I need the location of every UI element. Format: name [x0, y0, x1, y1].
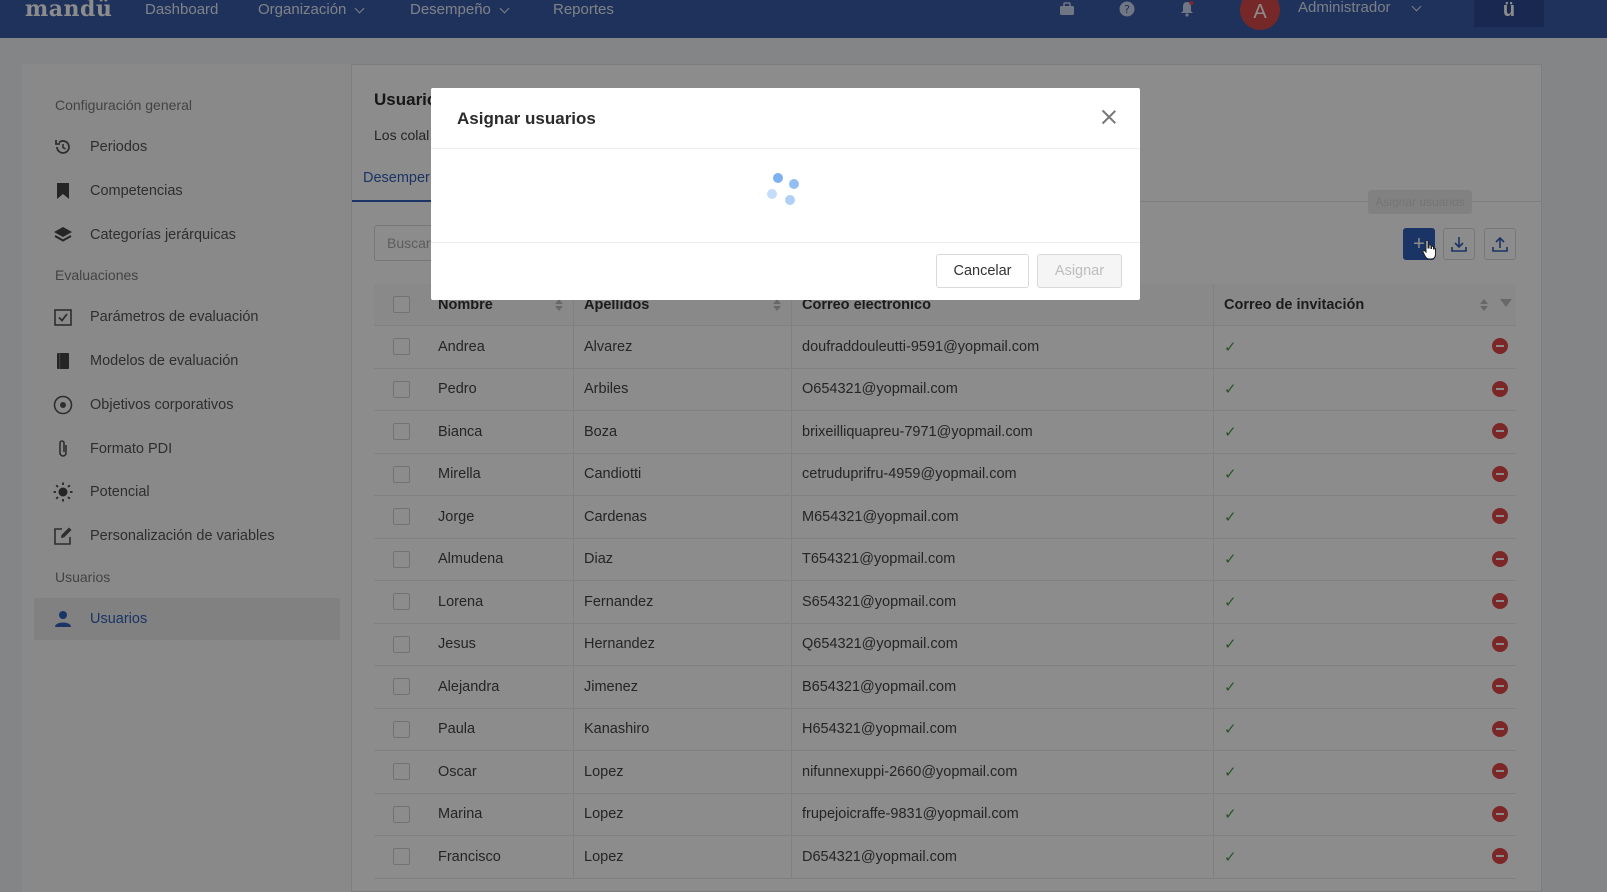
assign-users-dialog: Asignar usuarios Cancelar Asignar — [431, 88, 1140, 300]
loading-spinner-icon — [767, 173, 807, 213]
modal-header: Asignar usuarios — [431, 88, 1140, 149]
mouse-cursor-icon — [1422, 240, 1436, 260]
cancel-button[interactable]: Cancelar — [936, 254, 1029, 288]
modal-body — [431, 149, 1140, 243]
modal-title: Asignar usuarios — [457, 109, 596, 128]
modal-footer: Cancelar Asignar — [431, 243, 1140, 299]
assign-button[interactable]: Asignar — [1037, 254, 1122, 288]
close-icon[interactable] — [1098, 106, 1120, 128]
